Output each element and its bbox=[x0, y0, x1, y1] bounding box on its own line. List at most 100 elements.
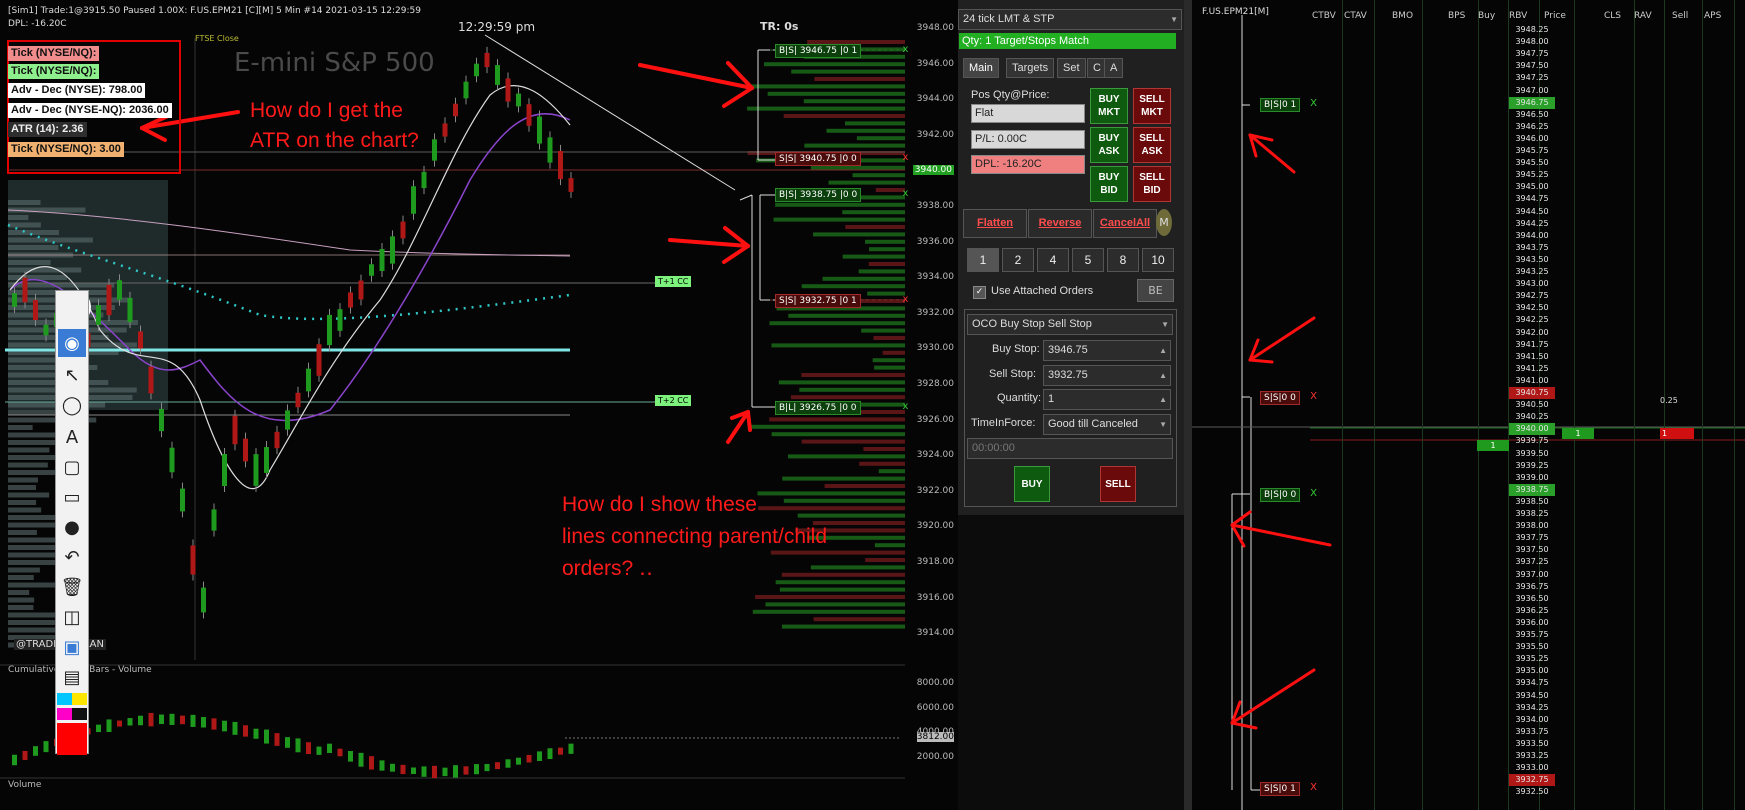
ladder-price-cell[interactable]: 3946.50 bbox=[1509, 109, 1555, 121]
ladder-price-cell[interactable]: 3944.75 bbox=[1509, 193, 1555, 205]
pointer-icon[interactable]: ↖ bbox=[58, 361, 86, 389]
ladder-order-flag-sell-2[interactable]: S|S|0 1 bbox=[1260, 782, 1300, 796]
ladder-price-cell[interactable]: 3942.50 bbox=[1509, 302, 1555, 314]
ladder-price-cell[interactable]: 3933.50 bbox=[1509, 738, 1555, 750]
ladder-price-cell[interactable]: 3940.25 bbox=[1509, 411, 1555, 423]
ladder-price-cell[interactable]: 3944.50 bbox=[1509, 206, 1555, 218]
order-flag-sell-stop[interactable]: S|S| 3940.75 |0 0 bbox=[775, 152, 861, 166]
ladder-price-cell[interactable]: 3945.50 bbox=[1509, 157, 1555, 169]
buy-stop-input[interactable]: 3946.75 ▲ bbox=[1043, 340, 1171, 361]
qty-button-2[interactable]: 2 bbox=[1002, 248, 1034, 272]
ladder-price-cell[interactable]: 3940.50 bbox=[1509, 399, 1555, 411]
ladder-price-cell[interactable]: 3942.00 bbox=[1509, 327, 1555, 339]
ladder-price-cell[interactable]: 3942.75 bbox=[1509, 290, 1555, 302]
qty-button-5[interactable]: 5 bbox=[1072, 248, 1104, 272]
reverse-button[interactable]: Reverse bbox=[1028, 209, 1092, 238]
be-button[interactable]: BE bbox=[1137, 279, 1174, 302]
ladder-price-cell[interactable]: 3937.00 bbox=[1509, 569, 1555, 581]
ladder-price-cell[interactable]: 3939.75 bbox=[1509, 435, 1555, 447]
cancel-order-icon[interactable]: X bbox=[1308, 98, 1319, 110]
ladder-price-cell[interactable]: 3935.50 bbox=[1509, 641, 1555, 653]
ladder-price-cell[interactable]: 3938.50 bbox=[1509, 496, 1555, 508]
ladder-price-cell[interactable]: 3939.25 bbox=[1509, 460, 1555, 472]
ladder-price-cell[interactable]: 3940.75 bbox=[1509, 387, 1555, 399]
qty-button-10[interactable]: 10 bbox=[1142, 248, 1174, 272]
ladder-price-cell[interactable]: 3945.00 bbox=[1509, 181, 1555, 193]
ladder-price-cell[interactable]: 3942.25 bbox=[1509, 314, 1555, 326]
tab-targets[interactable]: Targets bbox=[1006, 58, 1055, 78]
buy-ask-button[interactable]: BUY ASK bbox=[1090, 127, 1128, 163]
qty-button-1[interactable]: 1 bbox=[967, 248, 999, 272]
flatten-button[interactable]: Flatten bbox=[963, 209, 1027, 238]
ladder-price-cell[interactable]: 3946.75 bbox=[1509, 96, 1555, 109]
ladder-price-cell[interactable]: 3934.50 bbox=[1509, 690, 1555, 702]
ladder-price-cell[interactable]: 3943.00 bbox=[1509, 278, 1555, 290]
basket-icon[interactable]: ◫ bbox=[58, 603, 86, 631]
ladder-price-cell[interactable]: 3934.75 bbox=[1509, 677, 1555, 689]
use-attached-checkbox[interactable]: ✓ bbox=[973, 286, 986, 299]
ladder-cls-cell[interactable]: 1 bbox=[1562, 428, 1594, 439]
ladder-price-cell[interactable]: 3932.75 bbox=[1509, 774, 1555, 787]
order-flag-buy-stop[interactable]: B|S| 3946.75 |0 1 bbox=[775, 44, 862, 58]
ladder-price-cell[interactable]: 3936.25 bbox=[1509, 605, 1555, 617]
ladder-order-flag-sell[interactable]: S|S|0 0 bbox=[1260, 391, 1300, 405]
ladder-price-cell[interactable]: 3938.00 bbox=[1509, 520, 1555, 532]
ladder-price-cell[interactable]: 3938.25 bbox=[1509, 508, 1555, 520]
sell-button[interactable]: SELL bbox=[1100, 466, 1136, 502]
ladder-price-cell[interactable]: 3934.00 bbox=[1509, 714, 1555, 726]
quantity-input[interactable]: 1 ▲ bbox=[1043, 389, 1171, 410]
oco-type-select[interactable]: OCO Buy Stop Sell Stop ▼ bbox=[967, 314, 1173, 335]
cancel-all-button[interactable]: CancelAll bbox=[1093, 209, 1157, 238]
ladder-price-cell[interactable]: 3941.00 bbox=[1509, 375, 1555, 387]
ladder-price-cell[interactable]: 3933.25 bbox=[1509, 750, 1555, 762]
ladder-price-cell[interactable]: 3945.75 bbox=[1509, 145, 1555, 157]
camera-icon[interactable]: ▣ bbox=[58, 633, 86, 661]
ladder-price-cell[interactable]: 3933.00 bbox=[1509, 762, 1555, 774]
m-button[interactable]: M bbox=[1156, 209, 1172, 236]
price-axis[interactable]: 3948.00 3946.00 3944.00 3942.00 3940.00 3938.… bbox=[905, 0, 958, 810]
order-flag-buy-stop-2[interactable]: B|S| 3938.75 |0 0 bbox=[775, 188, 862, 202]
ladder-price-cell[interactable]: 3935.25 bbox=[1509, 653, 1555, 665]
ladder-price-cell[interactable]: 3948.25 bbox=[1509, 24, 1555, 36]
ladder-price-cell[interactable]: 3940.00 bbox=[1509, 423, 1555, 436]
ladder-order-flag-buy[interactable]: B|S|0 1 bbox=[1260, 98, 1301, 112]
tab-main[interactable]: Main bbox=[963, 58, 999, 78]
ladder-price-cell[interactable]: 3943.75 bbox=[1509, 242, 1555, 254]
ladder-price-cell[interactable]: 3944.00 bbox=[1509, 230, 1555, 242]
qty-button-4[interactable]: 4 bbox=[1037, 248, 1069, 272]
ladder-price-cell[interactable]: 3935.00 bbox=[1509, 665, 1555, 677]
cancel-order-icon[interactable]: X bbox=[1308, 782, 1319, 794]
price-chart[interactable]: [Sim1] Trade:1@3915.50 Paused 1.00X: F.U… bbox=[0, 0, 958, 810]
undo-icon[interactable]: ↶ bbox=[58, 543, 86, 571]
cancel-order-icon[interactable]: X bbox=[1308, 391, 1319, 403]
buy-bid-button[interactable]: BUY BID bbox=[1090, 166, 1128, 202]
ladder-price-cell[interactable]: 3948.00 bbox=[1509, 36, 1555, 48]
buy-button[interactable]: BUY bbox=[1014, 466, 1050, 502]
ladder-price-cell[interactable]: 3944.25 bbox=[1509, 218, 1555, 230]
ladder-price-cell[interactable]: 3947.75 bbox=[1509, 48, 1555, 60]
ladder-buy-cell[interactable]: 1 bbox=[1477, 440, 1509, 451]
ladder-price-cell[interactable]: 3936.00 bbox=[1509, 617, 1555, 629]
ladder-price-cell[interactable]: 3936.75 bbox=[1509, 581, 1555, 593]
sell-stop-input[interactable]: 3932.75 ▲ bbox=[1043, 365, 1171, 386]
ladder-price-cell[interactable]: 3934.25 bbox=[1509, 702, 1555, 714]
ladder-price-cell[interactable]: 3937.75 bbox=[1509, 532, 1555, 544]
order-flag-buy-limit[interactable]: B|L| 3926.75 |0 0 bbox=[775, 401, 861, 415]
ladder-price-cell[interactable]: 3937.50 bbox=[1509, 544, 1555, 556]
time-input[interactable]: 00:00:00 bbox=[967, 438, 1173, 459]
ladder-price-cell[interactable]: 3939.50 bbox=[1509, 448, 1555, 460]
ladder-price-cell[interactable]: 3945.25 bbox=[1509, 169, 1555, 181]
tab-set[interactable]: Set bbox=[1057, 58, 1086, 78]
ladder-sell-cell[interactable]: 1 bbox=[1660, 428, 1694, 439]
ladder-price-cell[interactable]: 3941.25 bbox=[1509, 363, 1555, 375]
dot-tool-icon[interactable]: ● bbox=[58, 513, 86, 541]
rectangle-tool-icon[interactable]: ▢ bbox=[58, 453, 86, 481]
qty-button-8[interactable]: 8 bbox=[1107, 248, 1139, 272]
ruler-icon[interactable]: ◯ bbox=[58, 391, 86, 419]
clipboard-icon[interactable]: ▤ bbox=[58, 663, 86, 691]
tab-a[interactable]: A bbox=[1104, 58, 1124, 78]
price-ladder[interactable]: F.US.EPM21[M] CTBV CTAV BMO BPS Buy RBV Price C… bbox=[1192, 0, 1745, 810]
ladder-price-cell[interactable]: 3937.25 bbox=[1509, 556, 1555, 568]
ladder-price-cell[interactable]: 3947.50 bbox=[1509, 60, 1555, 72]
ladder-price-cell[interactable]: 3943.25 bbox=[1509, 266, 1555, 278]
